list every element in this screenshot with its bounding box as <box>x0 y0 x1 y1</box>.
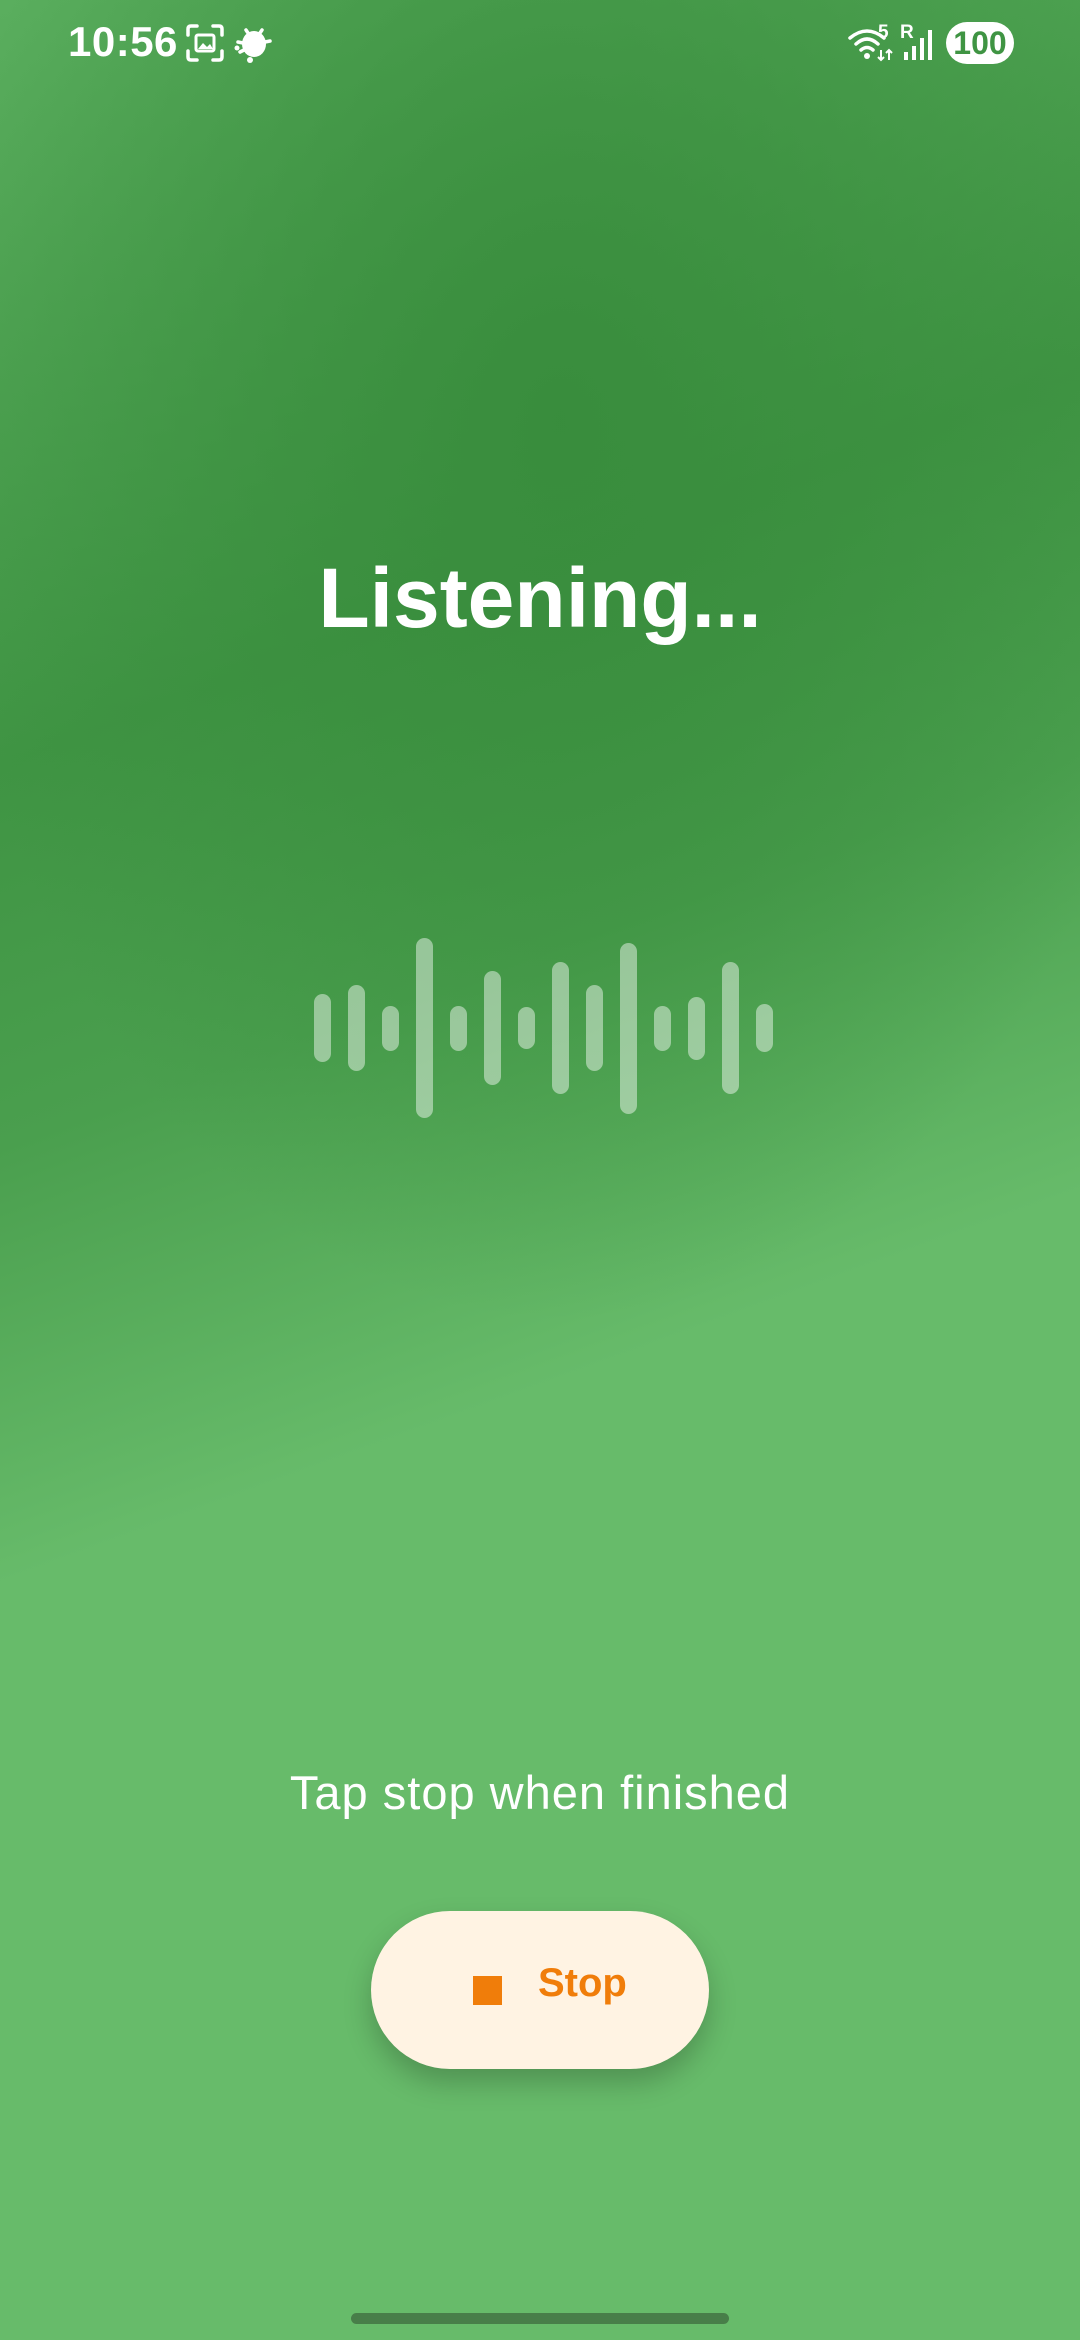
waveform-bar <box>620 942 637 1114</box>
waveform-bar <box>450 1005 467 1051</box>
status-time: 10:56 <box>68 18 178 65</box>
stop-button[interactable]: Stop <box>371 1911 709 2069</box>
waveform-bar <box>756 1003 773 1053</box>
waveform-bar <box>688 996 705 1060</box>
waveform-bar <box>348 984 365 1072</box>
waveform-bar <box>382 1005 399 1051</box>
battery-indicator: 100 <box>946 22 1014 64</box>
waveform-bar <box>314 993 331 1063</box>
waveform-bar <box>484 971 501 1085</box>
waveform-bar <box>552 962 569 1094</box>
wifi-badge: 5 <box>878 22 889 43</box>
cellular-signal-icon <box>904 30 932 60</box>
waveform-bar <box>722 962 739 1094</box>
waveform-bar <box>518 1007 535 1049</box>
status-bar: 10:56 5 R 100 <box>0 0 1080 90</box>
waveform-bar <box>654 1005 671 1051</box>
listening-title: Listening... <box>318 551 762 645</box>
audio-waveform <box>300 930 780 1130</box>
hint-text: Tap stop when finished <box>289 1766 791 1819</box>
stop-label: Stop <box>538 1961 627 2005</box>
stop-icon <box>473 1976 502 2005</box>
screenshot-icon <box>186 24 224 62</box>
waveform-bar <box>586 984 603 1072</box>
bug-notification-icon <box>234 28 272 63</box>
waveform-bar <box>416 938 433 1118</box>
home-indicator[interactable] <box>351 2313 729 2324</box>
